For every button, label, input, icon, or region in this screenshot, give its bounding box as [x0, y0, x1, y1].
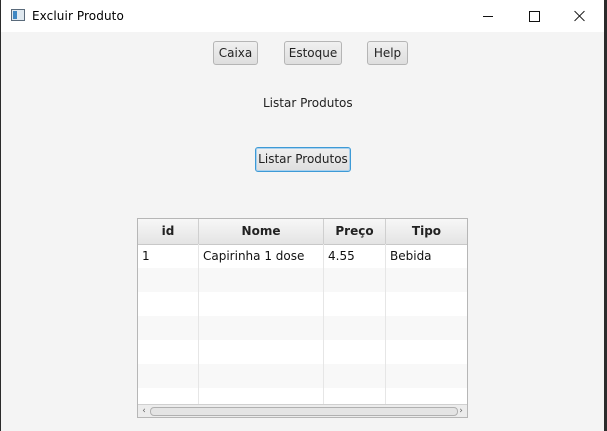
empty-cell: [386, 292, 467, 316]
empty-cell: [324, 292, 386, 316]
empty-cell: [324, 340, 386, 364]
cell-preco: 4.55: [324, 244, 386, 268]
cell-tipo: Bebida: [390, 249, 432, 263]
empty-cell: [386, 268, 467, 292]
empty-cell: [199, 316, 324, 340]
caixa-button[interactable]: Caixa: [213, 41, 258, 65]
products-table[interactable]: id Nome Preço Tipo 1 Capirinha 1 dose 4.…: [137, 218, 468, 418]
cell-nome: Capirinha 1 dose: [199, 244, 324, 268]
empty-cell: [199, 364, 324, 388]
scroll-right-icon[interactable]: ›: [456, 406, 466, 416]
empty-cell: [138, 340, 199, 364]
close-icon: [574, 10, 586, 22]
empty-cell: [199, 340, 324, 364]
window-title: Excluir Produto: [32, 9, 124, 23]
minimize-icon: [483, 15, 493, 17]
empty-cell: [386, 316, 467, 340]
horizontal-scrollbar[interactable]: ‹ ›: [138, 404, 467, 417]
app-window: Excluir Produto Caixa Estoque Help Lista…: [1, 0, 604, 431]
list-products-button[interactable]: Listar Produtos: [255, 147, 351, 172]
table-body: 1 Capirinha 1 dose 4.55 Bebida: [138, 244, 467, 412]
empty-row: [138, 268, 467, 292]
empty-row: [138, 316, 467, 340]
maximize-icon: [528, 10, 540, 22]
empty-cell: [386, 364, 467, 388]
empty-cell: [138, 364, 199, 388]
empty-row: [138, 364, 467, 388]
empty-cell: [138, 316, 199, 340]
empty-cell: [324, 364, 386, 388]
column-header-preco[interactable]: Preço: [324, 219, 386, 244]
empty-cell: [138, 268, 199, 292]
java-app-icon: [11, 9, 25, 21]
column-header-id[interactable]: id: [138, 219, 199, 244]
help-button[interactable]: Help: [367, 41, 408, 65]
estoque-button[interactable]: Estoque: [284, 41, 342, 65]
table-header: id Nome Preço Tipo: [138, 219, 467, 245]
empty-cell: [199, 268, 324, 292]
close-button[interactable]: [557, 0, 603, 32]
cell-id: 1: [138, 244, 199, 268]
column-header-tipo[interactable]: Tipo: [386, 219, 467, 244]
empty-cell: [386, 340, 467, 364]
scroll-left-icon[interactable]: ‹: [139, 406, 149, 416]
empty-cell: [324, 316, 386, 340]
page-label: Listar Produtos: [263, 96, 353, 110]
scrollbar-thumb[interactable]: [150, 407, 458, 416]
table-row[interactable]: 1 Capirinha 1 dose 4.55 Bebida: [138, 244, 467, 268]
minimize-button[interactable]: [465, 0, 511, 32]
empty-row: [138, 292, 467, 316]
empty-cell: [324, 268, 386, 292]
title-bar: Excluir Produto: [1, 0, 604, 32]
empty-row: [138, 340, 467, 364]
maximize-button[interactable]: [511, 0, 557, 32]
empty-cell: [199, 292, 324, 316]
column-header-nome[interactable]: Nome: [199, 219, 324, 244]
empty-cell: [138, 292, 199, 316]
